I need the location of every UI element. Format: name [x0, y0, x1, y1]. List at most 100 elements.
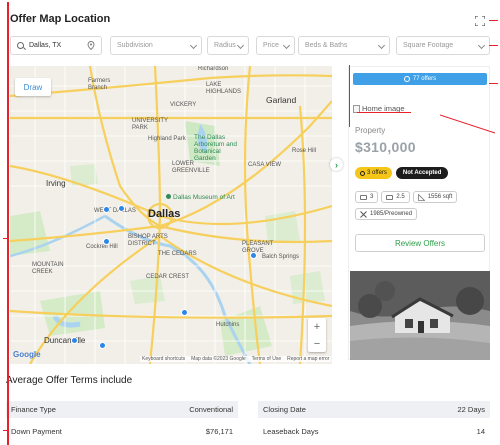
term-value: 22 Days: [457, 405, 485, 414]
museum-pin-icon: [166, 194, 171, 199]
map-label-duncanville: Duncanville: [44, 336, 86, 345]
sqft-spec: 1556 sqft: [412, 191, 458, 203]
bath-icon: [386, 194, 394, 200]
specs-row-2: 1985/Preowned: [355, 208, 418, 220]
map-label-cockrell-hill: Cockrell Hill: [86, 244, 118, 250]
baths-value: 2.5: [396, 194, 405, 200]
review-offers-button[interactable]: Review Offers: [355, 234, 485, 252]
location-search-input[interactable]: Dallas, TX: [10, 36, 102, 55]
annotation-tick: [489, 83, 498, 84]
term-label: Finance Type: [11, 405, 56, 414]
map-data-text: Map data ©2023 Google: [191, 356, 246, 362]
chevron-down-icon: [477, 41, 486, 50]
annotation-line: [349, 65, 350, 127]
location-pin-icon: [87, 41, 95, 50]
property-price: $310,000: [355, 139, 416, 155]
term-value: $76,171: [205, 427, 233, 436]
specs-row: 3 2.5 1556 sqft: [355, 191, 487, 203]
property-label: Property: [355, 126, 386, 135]
google-logo: Google: [13, 350, 41, 359]
subdivision-placeholder: Subdivision: [117, 42, 153, 49]
term-label: Closing Date: [263, 405, 306, 414]
zoom-in-button[interactable]: +: [314, 321, 320, 333]
beds-baths-label: Beds & Baths: [305, 42, 348, 49]
offer-marker[interactable]: [103, 238, 110, 245]
badge-row: 3 offers Not Accepted: [355, 167, 449, 179]
bed-icon: [360, 194, 367, 200]
map-label-dallas-museum: Dallas Museum of Art: [166, 194, 235, 201]
report-error-link[interactable]: Report a map error: [287, 356, 329, 362]
map-label-cedar-crest: CEDAR CREST: [146, 274, 190, 280]
beds-baths-select[interactable]: Beds & Baths: [298, 36, 390, 55]
chevron-down-icon: [377, 41, 386, 50]
annotation-arrow: [440, 114, 496, 134]
map-view[interactable]: Draw Richardson Farmers Branch Garland T…: [10, 66, 332, 364]
year-built-spec: 1985/Preowned: [355, 208, 418, 220]
terms-table-left: Finance Type Conventional Down Payment $…: [6, 401, 238, 440]
offer-marker[interactable]: [118, 205, 125, 212]
price-select[interactable]: Price: [256, 36, 295, 55]
chevron-down-icon: [189, 41, 198, 50]
offer-marker[interactable]: [250, 252, 257, 259]
square-footage-label: Square Footage: [403, 42, 454, 49]
offers-badge: 3 offers: [355, 167, 392, 179]
table-row: Finance Type Conventional: [6, 401, 238, 418]
zoom-control: + −: [308, 318, 326, 352]
radius-label: Radius: [214, 42, 236, 49]
map-label-richardson: Richardson: [198, 66, 229, 72]
beds-spec: 3: [355, 191, 379, 203]
offers-count-badge: 77 offers: [353, 73, 487, 85]
map-label-west-dallas: WEST DALLAS: [94, 208, 136, 214]
map-label-dallas: Dallas: [148, 208, 181, 220]
table-row: Down Payment $76,171: [6, 423, 238, 440]
chevron-down-icon: [282, 41, 291, 50]
clock-icon: [360, 170, 365, 176]
annotation-tick: [3, 238, 7, 239]
map-label-casa-view: CASA VIEW: [248, 162, 282, 168]
annotation-tick: [3, 430, 7, 431]
subdivision-select[interactable]: Subdivision: [110, 36, 202, 55]
page-title: Offer Map Location: [10, 13, 111, 25]
map-label-lower-greenville: LOWER GREENVILLE: [172, 161, 210, 174]
house-photo: [350, 271, 490, 360]
map-label-highland-park: Highland Park: [148, 136, 186, 142]
terms-link[interactable]: Terms of Use: [252, 356, 281, 362]
next-arrow-button[interactable]: ›: [330, 158, 343, 171]
term-value: 14: [476, 427, 485, 436]
radius-select[interactable]: Radius: [207, 36, 249, 55]
map-label-balch-springs: Balch Springs: [262, 254, 300, 260]
map-label-garland: Garland: [266, 95, 297, 105]
map-label-vickery: VICKERY: [170, 102, 197, 108]
annotation-line: [357, 112, 411, 113]
table-row: Closing Date 22 Days: [258, 401, 490, 418]
offer-marker[interactable]: [181, 309, 188, 316]
offer-marker[interactable]: [99, 342, 106, 349]
status-badge: Not Accepted: [395, 167, 449, 179]
term-value: Conventional: [189, 405, 233, 414]
fullscreen-button[interactable]: [474, 15, 486, 27]
offer-marker[interactable]: [103, 206, 110, 213]
annotation-line: [7, 2, 9, 445]
clock-icon: [403, 76, 410, 82]
map-label-rose-hill: Rose Hill: [292, 148, 317, 154]
beds-value: 3: [370, 194, 374, 200]
map-label-bishop-arts: BISHOP ARTS DISTRICT: [128, 234, 168, 247]
table-row: Leaseback Days 14: [258, 423, 490, 440]
price-label: Price: [263, 42, 279, 49]
map-label-pleasant-grove: PLEASANT GROVE: [242, 241, 274, 254]
keyboard-shortcuts-link[interactable]: Keyboard shortcuts: [142, 356, 185, 362]
term-label: Down Payment: [11, 427, 62, 436]
sqft-value: 1556 sqft: [427, 194, 453, 200]
offers-badge-text: 3 offers: [367, 170, 387, 176]
offer-marker[interactable]: [71, 337, 78, 344]
square-footage-select[interactable]: Square Footage: [396, 36, 490, 55]
draw-button[interactable]: Draw: [15, 78, 51, 96]
search-icon: [17, 42, 24, 49]
fullscreen-icon: [475, 16, 485, 26]
zoom-out-button[interactable]: −: [314, 338, 320, 350]
house-photo-image: [350, 271, 490, 360]
annotation-tick: [489, 45, 498, 46]
terms-table-right: Closing Date 22 Days Leaseback Days 14: [258, 401, 490, 440]
map-label-irving: Irving: [46, 179, 66, 188]
map-label-lake-highlands: LAKE HIGHLANDS: [206, 82, 242, 95]
